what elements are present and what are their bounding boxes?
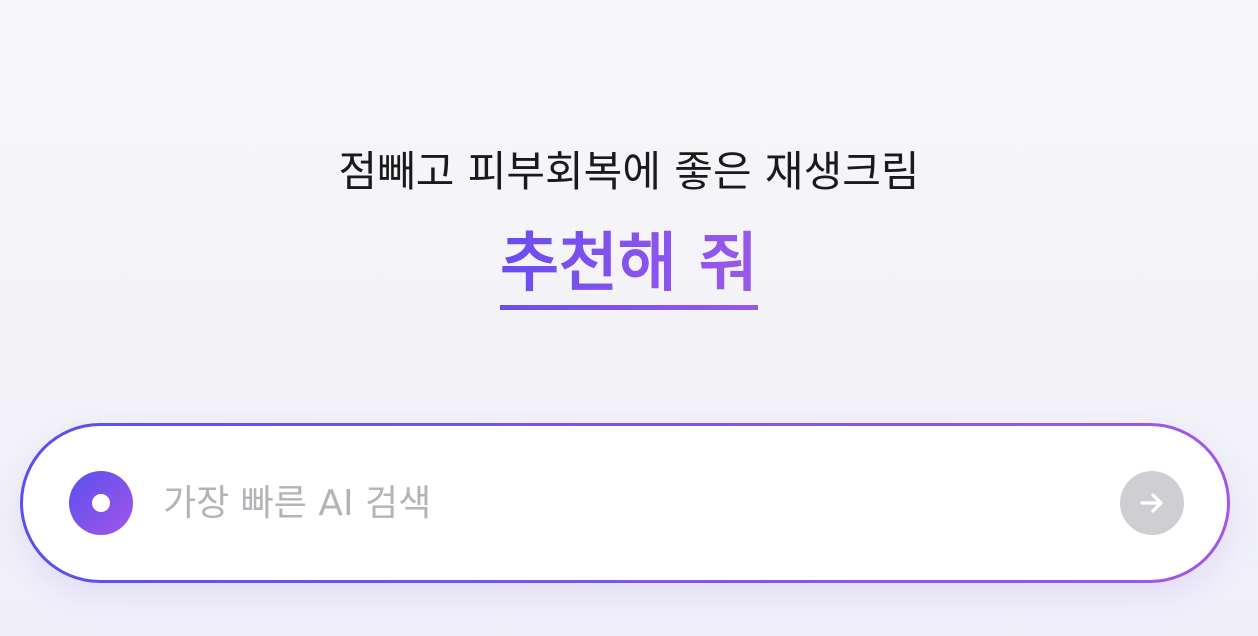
arrow-right-icon (1140, 493, 1163, 513)
hero-headline-link[interactable]: 추천해 줘 (500, 224, 758, 310)
search-input[interactable] (163, 466, 1063, 540)
hero-subtitle: 점빼고 피부회복에 좋은 재생크림 (338, 147, 920, 196)
ai-logo-dot-icon (69, 471, 133, 535)
hero-headline-wrapper: 추천해 줘 (0, 224, 1258, 310)
submit-search-button[interactable] (1120, 471, 1184, 535)
search-bar-inner[interactable] (23, 426, 1227, 580)
search-bar (20, 423, 1230, 583)
